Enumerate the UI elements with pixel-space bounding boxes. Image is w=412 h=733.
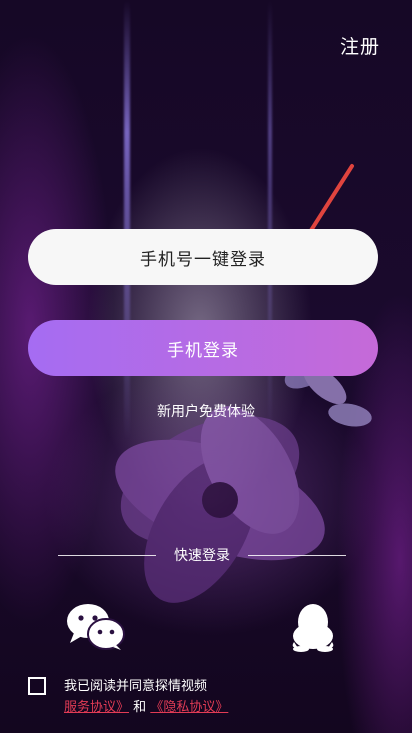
agreement-connector: 和: [133, 700, 147, 715]
privacy-agreement-link[interactable]: 《隐私协议》: [150, 700, 228, 715]
free-trial-link[interactable]: 新用户免费体验: [0, 401, 412, 421]
quick-login-divider: 快速登录: [58, 545, 346, 565]
qq-icon[interactable]: [286, 602, 340, 652]
divider-line: [248, 554, 346, 556]
divider-line: [58, 554, 156, 556]
register-link[interactable]: 注册: [340, 32, 380, 59]
agreement-text: 我已阅读并同意探情视频 服务协议》 和 《隐私协议》: [64, 676, 228, 718]
agreement-prefix: 我已阅读并同意探情视频: [64, 679, 208, 694]
one-key-login-button[interactable]: 手机号一键登录: [28, 229, 378, 285]
wechat-icon[interactable]: [66, 603, 126, 651]
quick-login-title: 快速登录: [174, 548, 230, 564]
agreement-checkbox[interactable]: [28, 677, 46, 695]
phone-login-button[interactable]: 手机登录: [28, 320, 378, 376]
agreement-row: 我已阅读并同意探情视频 服务协议》 和 《隐私协议》: [28, 676, 400, 718]
service-agreement-link[interactable]: 服务协议》: [64, 700, 129, 715]
